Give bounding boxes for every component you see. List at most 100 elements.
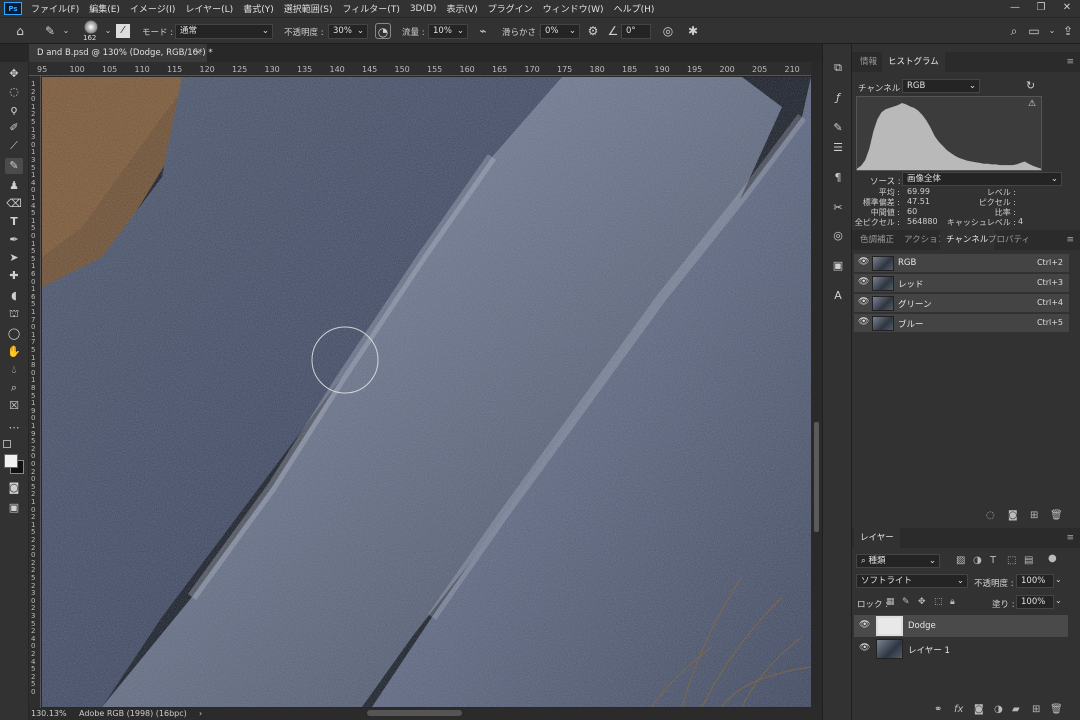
marquee-tool-icon[interactable]: ◌ (5, 84, 23, 100)
blur-tool-icon[interactable]: 💧︎ (5, 362, 23, 378)
path-select-tool-icon[interactable]: ➤ (5, 250, 23, 266)
lock-artboard-icon[interactable]: ⬚ (934, 597, 943, 607)
paragraph-icon[interactable]: ¶ (829, 170, 847, 186)
menu-image[interactable]: イメージ(I) (125, 2, 181, 15)
channel-row-red[interactable]: 👁︎ レッド Ctrl+3 (854, 274, 1069, 293)
eraser-tool-icon[interactable]: ⌫ (5, 196, 23, 212)
menu-layer[interactable]: レイヤー(L) (180, 2, 238, 15)
new-group-icon[interactable]: ▰ (1012, 704, 1020, 715)
horizontal-scroll-thumb[interactable] (367, 710, 462, 716)
delete-layer-icon[interactable]: 🗑︎ (1050, 704, 1063, 715)
brush-tool-preset-icon[interactable]: ✎ (42, 23, 58, 39)
document-canvas[interactable] (42, 77, 811, 707)
lasso-tool-icon[interactable]: ϙ (5, 102, 23, 118)
layer-row-layer1[interactable]: 👁︎ レイヤー 1 (854, 638, 1068, 660)
tab-properties[interactable]: プロパティ (982, 230, 1036, 250)
menu-edit[interactable]: 編集(E) (84, 2, 125, 15)
bucket-tool-icon[interactable]: ⛫ (5, 306, 23, 322)
close-window-button[interactable]: ✕ (1054, 0, 1080, 17)
filter-smart-icon[interactable]: ▤ (1024, 555, 1033, 566)
layer-row-dodge[interactable]: 👁︎ Dodge (854, 615, 1068, 637)
hand-tool-icon[interactable]: ✋ (5, 344, 23, 360)
screen-mode-icon[interactable]: ▣ (5, 500, 23, 516)
tab-info[interactable]: 情報 (854, 52, 883, 72)
pen-tool-icon[interactable]: ✒ (5, 232, 23, 248)
chevron-down-icon[interactable]: ⌄ (1044, 23, 1060, 39)
blend-mode-select[interactable]: ソフトライト ⌄ (856, 574, 968, 588)
vertical-scrollbar[interactable] (811, 62, 822, 708)
tab-histogram[interactable]: ヒストグラム (882, 52, 945, 72)
source-select[interactable]: 画像全体 ⌄ (902, 172, 1062, 186)
status-arrow-icon[interactable]: › (199, 708, 202, 720)
zoom-level[interactable]: 130.13% (31, 708, 67, 720)
channel-row-green[interactable]: 👁︎ グリーン Ctrl+4 (854, 294, 1069, 313)
channel-row-rgb[interactable]: 👁︎ RGB Ctrl+2 (854, 254, 1069, 273)
share-icon[interactable]: ⇪ (1060, 23, 1076, 39)
restore-button[interactable]: ❐ (1028, 0, 1054, 17)
pressure-size-icon[interactable]: ◎ (660, 23, 676, 39)
lock-transparent-icon[interactable]: ▦ (886, 597, 895, 607)
menu-filter[interactable]: フィルター(T) (337, 2, 404, 15)
panel-menu-icon[interactable]: ≡ (1066, 235, 1074, 245)
lock-position-icon[interactable]: ✥ (918, 597, 926, 607)
save-selection-icon[interactable]: ◙ (1008, 510, 1018, 521)
brush-settings-panel-icon[interactable]: ✎ (829, 120, 847, 136)
tab-layers[interactable]: レイヤー (854, 528, 900, 548)
type-tool-icon[interactable]: T (5, 214, 23, 230)
home-icon[interactable]: ⌂ (12, 23, 28, 39)
filter-type-icon[interactable]: T (990, 555, 996, 566)
fx-icon[interactable]: fx (954, 704, 963, 715)
chevron-down-icon[interactable]: ⌄ (58, 23, 74, 39)
symmetry-icon[interactable]: ✱ (685, 23, 701, 39)
panel-menu-icon[interactable]: ≡ (1066, 533, 1074, 543)
airbrush-icon[interactable]: ⌁ (475, 23, 491, 39)
brush-preview-icon[interactable] (84, 20, 98, 34)
libraries-icon[interactable]: ▣ (829, 258, 847, 274)
frame-tool-icon[interactable]: ☒ (5, 398, 23, 414)
new-channel-icon[interactable]: ⊞ (1030, 510, 1038, 521)
navigator-icon[interactable]: ◎ (829, 228, 847, 244)
zoom-tool-icon[interactable]: ⌕ (5, 380, 23, 396)
menu-window[interactable]: ウィンドウ(W) (538, 2, 609, 15)
lock-pixels-icon[interactable]: ✎ (902, 597, 910, 607)
more-tools-icon[interactable]: ⋯ (5, 420, 23, 436)
quick-mask-icon[interactable]: ◙ (5, 480, 23, 496)
panel-menu-icon[interactable]: ≡ (1066, 57, 1074, 67)
adjustment-layer-icon[interactable]: ◑ (994, 704, 1003, 715)
filter-adjustment-icon[interactable]: ◑ (973, 555, 982, 566)
opacity-field[interactable]: 30% ⌄ (328, 24, 368, 39)
character-icon[interactable]: A (829, 288, 847, 304)
brush-tool-icon[interactable]: ✎ (5, 158, 23, 174)
brush-dropdown-icon[interactable]: ⌄ (100, 23, 116, 39)
eye-icon[interactable]: 👁︎ (858, 317, 869, 327)
brush-settings-icon[interactable]: ⁄ (116, 24, 130, 38)
adjustments-icon[interactable]: ☰ (829, 140, 847, 156)
document-tab[interactable]: D and B.psd @ 130% (Dodge, RGB/16*) * × (29, 44, 213, 62)
flow-field[interactable]: 10% ⌄ (428, 24, 468, 39)
eye-icon[interactable]: 👁︎ (859, 620, 870, 630)
chevron-down-icon[interactable]: ⌄ (1055, 596, 1062, 605)
delete-channel-icon[interactable]: 🗑︎ (1050, 510, 1063, 521)
workspace-icon[interactable]: ▭ (1026, 23, 1042, 39)
close-tab-button[interactable]: × (195, 44, 202, 62)
eye-icon[interactable]: 👁︎ (858, 297, 869, 307)
shape-tool-icon[interactable]: ◯ (5, 326, 23, 342)
eye-icon[interactable]: 👁︎ (858, 257, 869, 267)
link-layers-icon[interactable]: ⚭ (934, 704, 942, 715)
tab-adjustments[interactable]: 色調補正 (854, 230, 900, 250)
dodge-tool-icon[interactable]: ◖ (5, 288, 23, 304)
angle-field[interactable]: 0° (621, 24, 651, 39)
filter-toggle-icon[interactable]: ● (1048, 553, 1057, 564)
new-layer-icon[interactable]: ⊞ (1032, 704, 1040, 715)
foreground-color-swatch[interactable] (4, 454, 18, 468)
layer-opacity-field[interactable]: 100% (1016, 574, 1054, 588)
add-mask-icon[interactable]: ◙ (974, 704, 984, 715)
menu-view[interactable]: 表示(V) (441, 2, 482, 15)
menu-select[interactable]: 選択範囲(S) (279, 2, 338, 15)
eye-icon[interactable]: 👁︎ (858, 277, 869, 287)
layer-filter-select[interactable]: ⌕ 種類 ⌄ (856, 554, 940, 568)
menu-help[interactable]: ヘルプ(H) (609, 2, 660, 15)
warning-icon[interactable]: ⚠ (1028, 99, 1036, 109)
history-icon[interactable]: ⧉ (829, 60, 847, 76)
eye-icon[interactable]: 👁︎ (859, 643, 870, 653)
